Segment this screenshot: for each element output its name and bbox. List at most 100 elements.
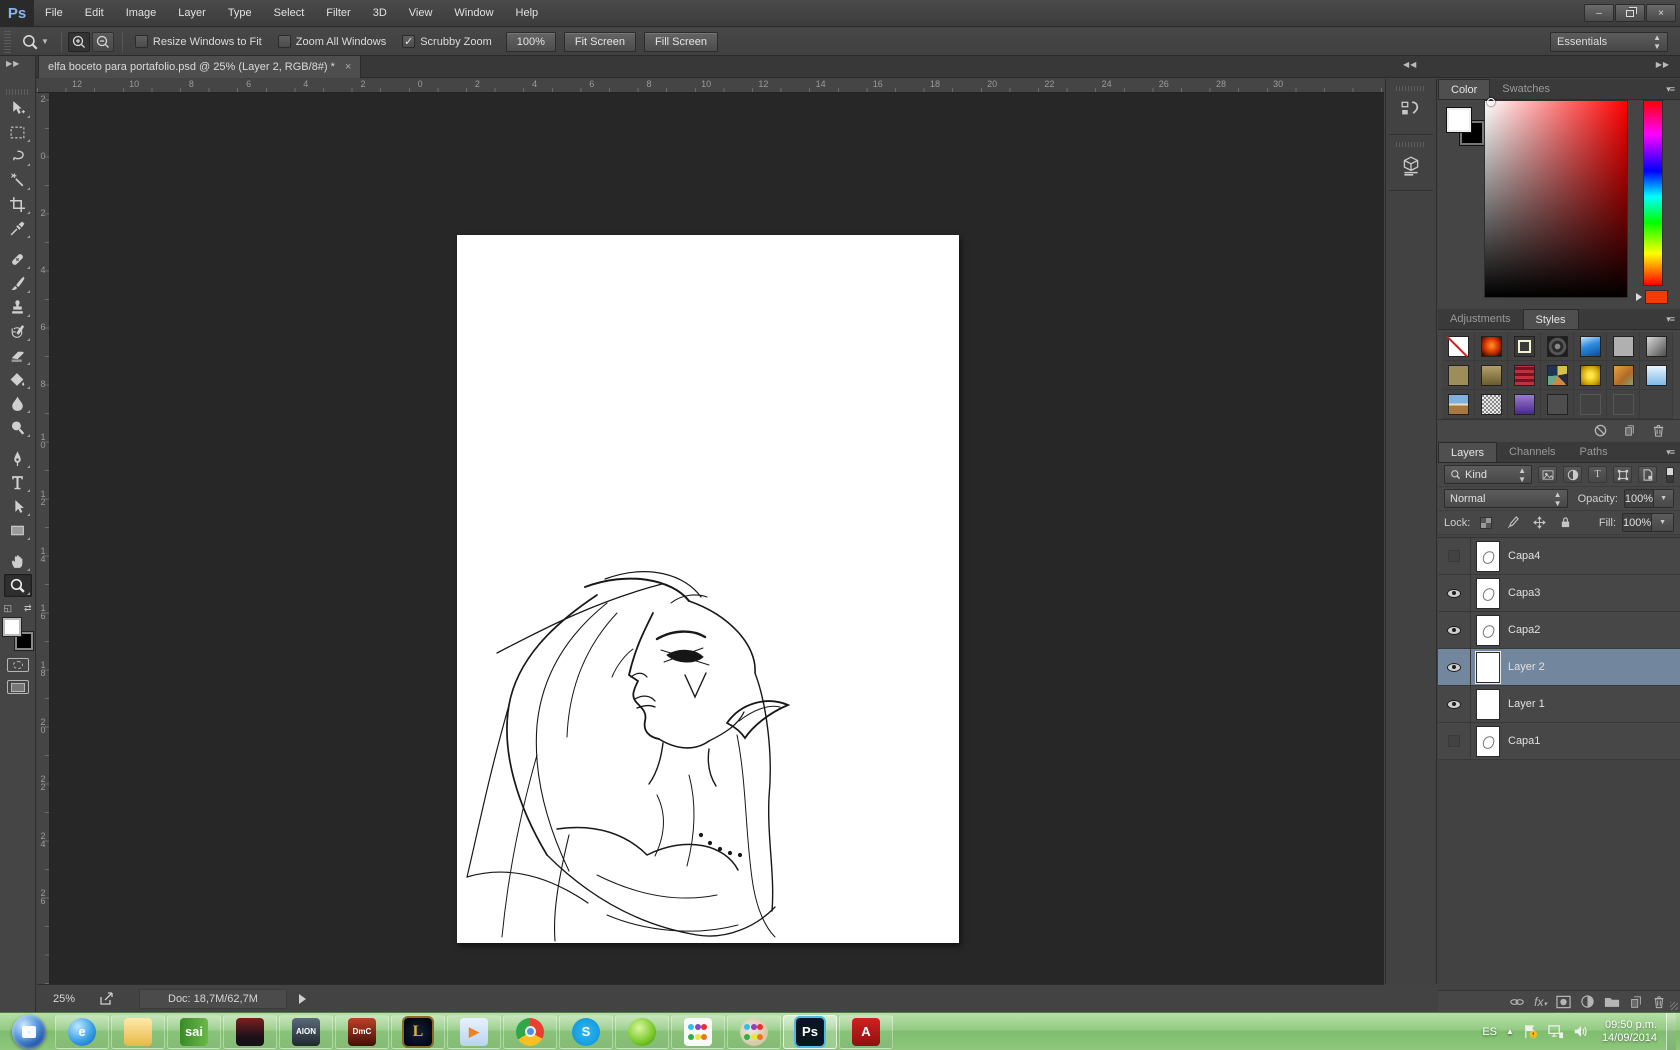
default-swap-colors[interactable]: ◱ ⇄ [4,603,32,614]
rectangle-tool[interactable] [4,519,32,542]
fill-field[interactable]: 100% ▼ [1622,513,1674,532]
quick-mask-button[interactable] [6,658,29,672]
toolbar-collapse-icon[interactable]: ▶▶ [6,59,41,68]
rectangular-marquee-tool[interactable] [4,121,32,144]
layer-thumbnail[interactable] [1476,725,1500,757]
layer-row-capa4[interactable]: Capa4 [1438,538,1680,575]
hand-tool[interactable] [4,550,32,573]
language-indicator[interactable]: ES [1482,1026,1497,1038]
close-button[interactable]: × [1646,4,1676,22]
minimize-button[interactable]: – [1584,4,1614,22]
option-zoom-all-windows[interactable]: Zoom All Windows [277,35,386,48]
current-color-swatch[interactable] [1645,290,1668,304]
document-canvas[interactable] [457,235,959,943]
history-brush-tool[interactable] [4,320,32,343]
taskbar-dmc-devil-may-cry[interactable]: DmC [335,1014,389,1049]
canvas-area[interactable] [37,79,1384,984]
taskbar-clock[interactable]: 09:50 p.m. 14/09/2014 [1602,1019,1657,1045]
layer-row-layer-1[interactable]: Layer 1 [1438,686,1680,723]
checkbox-icon[interactable] [277,35,291,48]
new-style-icon[interactable] [1622,423,1637,438]
menu-file[interactable]: File [34,0,74,27]
pen-tool[interactable] [4,447,32,470]
layer-thumbnail[interactable] [1476,577,1500,609]
style-swatch-gold-bevel[interactable] [1574,361,1607,390]
lock-image-pixels-icon[interactable] [1506,516,1520,529]
layer-row-capa1[interactable]: Capa1 [1438,723,1680,760]
layers-panel-menu-icon[interactable]: ▾≡ [1666,447,1675,458]
status-menu-arrow[interactable] [298,993,306,1004]
delete-layer-trash-icon[interactable] [1652,994,1666,1009]
layer-row-capa3[interactable]: Capa3 [1438,575,1680,612]
visibility-toggle[interactable] [1438,686,1471,722]
style-swatch-landscape[interactable] [1442,390,1475,419]
foreground-color-swatch[interactable] [1,617,22,637]
tab-channels[interactable]: Channels [1497,442,1567,462]
paint-bucket-tool[interactable] [4,368,32,391]
panel-resize-grip[interactable] [1670,1002,1678,1010]
export-arrow-icon[interactable] [97,991,117,1007]
zoom-level-field[interactable]: 25% [53,993,97,1005]
clone-stamp-tool[interactable] [4,296,32,319]
hidden-icons-arrow[interactable]: ▲ [1506,1027,1514,1036]
style-swatch-light-blue-bevel[interactable] [1640,361,1673,390]
hue-slider[interactable] [1643,100,1663,286]
style-swatch-gray-gradient[interactable] [1640,332,1673,361]
screen-mode-button[interactable] [6,680,29,694]
clear-style-icon[interactable] [1593,423,1608,438]
document-tab[interactable]: elfa boceto para portafolio.psd @ 25% (L… [38,56,362,78]
dock-expand-icon[interactable]: ◀◀ [1403,60,1417,69]
collapsed-panel-3d-button[interactable] [1389,139,1433,191]
show-desktop-button[interactable] [1666,1012,1676,1050]
horizontal-ruler[interactable]: 12 10 8 6 4 2 0 2 4 6 8 10 12 14 16 18 20 22 24 26 28 30 [37,79,1384,93]
taskbar-paint-palette[interactable] [727,1014,781,1049]
checkbox-icon[interactable] [134,35,148,48]
visibility-toggle[interactable] [1438,723,1471,759]
vertical-ruler[interactable]: 2 0 2 4 6 8 1 0 1 2 1 4 1 6 1 8 2 0 2 2 2 4 2 6 [37,93,50,984]
new-adjustment-layer-icon[interactable] [1580,994,1595,1009]
tab-layers[interactable]: Layers [1438,442,1498,462]
style-swatch-olive-gradient[interactable] [1475,361,1508,390]
tab-color[interactable]: Color [1438,79,1491,99]
type-tool[interactable] [4,471,32,494]
style-swatch-orange-glow[interactable] [1475,332,1508,361]
tab-adjustments[interactable]: Adjustments [1438,309,1523,329]
collapsed-panel-history-button[interactable] [1389,83,1433,135]
delete-style-trash-icon[interactable] [1651,423,1666,438]
menu-window[interactable]: Window [443,0,504,27]
start-button[interactable] [12,1014,46,1049]
taskbar-limewire[interactable] [615,1014,669,1049]
100-button[interactable]: 100% [505,31,556,52]
taskbar-alice-game[interactable] [223,1014,277,1049]
style-swatch-white-ring[interactable] [1508,332,1541,361]
style-swatch-purple-gradient[interactable] [1508,390,1541,419]
menu-view[interactable]: View [398,0,444,27]
layer-thumbnail[interactable] [1476,688,1500,720]
tab-styles[interactable]: Styles [1522,309,1579,329]
filter-shape-layers-icon[interactable] [1613,466,1632,483]
tab-close-icon[interactable]: × [345,61,351,73]
layer-thumbnail[interactable] [1475,650,1501,684]
taskbar-chrome[interactable] [503,1014,557,1049]
panels-collapse-icon[interactable]: ▶▶ [1656,60,1670,69]
menu-type[interactable]: Type [217,0,263,27]
add-layer-mask-icon[interactable] [1556,995,1571,1009]
lock-position-icon[interactable] [1533,516,1547,529]
option-scrubby-zoom[interactable]: ✓ Scrubby Zoom [402,35,492,48]
healing-brush-tool[interactable] [4,248,32,271]
style-swatch-faint-flat[interactable] [1541,390,1574,419]
menu-image[interactable]: Image [115,0,168,27]
style-swatch-gray-noise[interactable] [1475,390,1508,419]
panel-foreground-swatch[interactable] [1446,107,1472,133]
fillscreen-button[interactable]: Fill Screen [644,31,718,52]
menu-select[interactable]: Select [263,0,316,27]
color-panel-menu-icon[interactable]: ▾≡ [1666,84,1675,95]
taskbar-league-of-legends[interactable]: L [391,1014,445,1049]
tab-paths[interactable]: Paths [1568,442,1620,462]
network-icon[interactable] [1547,1024,1564,1039]
lock-transparent-pixels-icon[interactable] [1480,516,1493,529]
style-swatch-blue-glossy[interactable] [1574,332,1607,361]
layer-row-layer-2[interactable]: Layer 2 [1438,649,1680,686]
taskbar-photoshop[interactable]: Ps [783,1014,837,1049]
quick-selection-tool[interactable] [4,169,32,192]
